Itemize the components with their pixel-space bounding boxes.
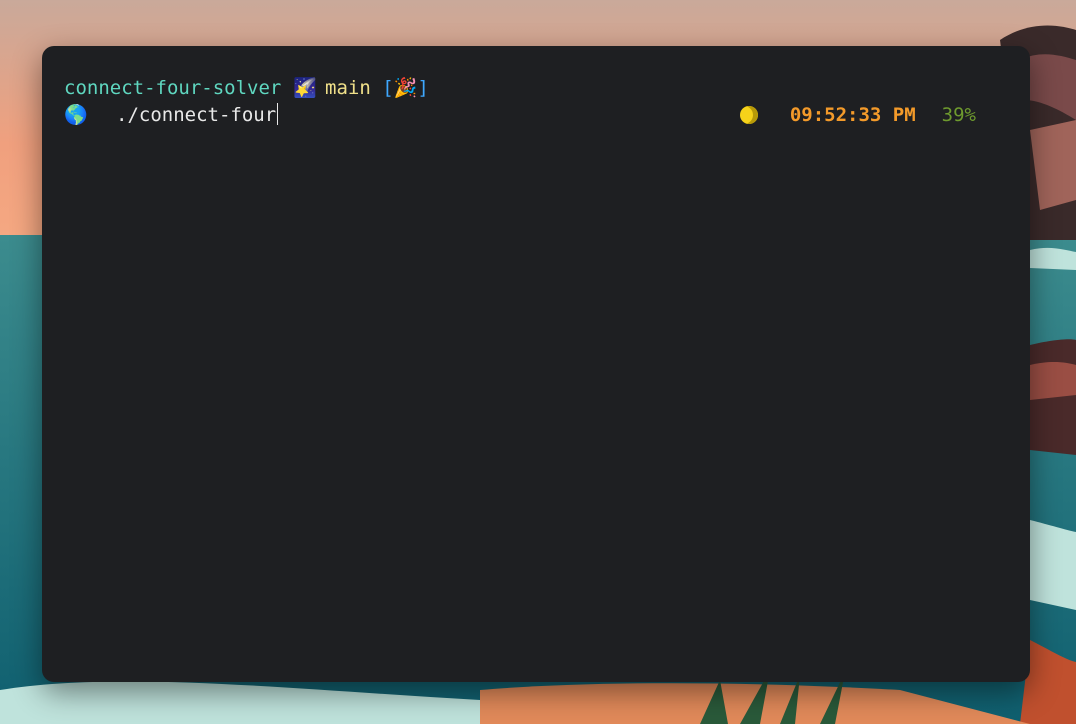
current-directory: connect-four-solver [64,77,282,99]
command-line[interactable]: 🌎 ./connect-four [64,103,279,127]
crescent-moon-icon [739,106,758,124]
battery-percentage: 39% [941,104,976,126]
shooting-star-icon: 🌠 [293,77,318,99]
prompt-line: connect-four-solver 🌠 main [🎉] [64,76,429,100]
terminal-window[interactable]: connect-four-solver 🌠 main [🎉] 🌎 ./connect-… [42,46,1030,682]
text-cursor [277,103,279,125]
status-bracket-open: [ [382,77,394,99]
party-popper-icon: 🎉 [393,77,418,99]
git-branch: main [325,77,371,99]
status-bracket-close: ] [417,77,429,99]
desktop: connect-four-solver 🌠 main [🎉] 🌎 ./connect-… [0,0,1076,724]
globe-icon: 🌎 [64,104,88,126]
command-input[interactable]: ./connect-four [116,104,276,126]
clock-time: 09:52:33 PM [789,104,916,126]
right-prompt: 09:52:33 PM 39% [739,103,976,127]
